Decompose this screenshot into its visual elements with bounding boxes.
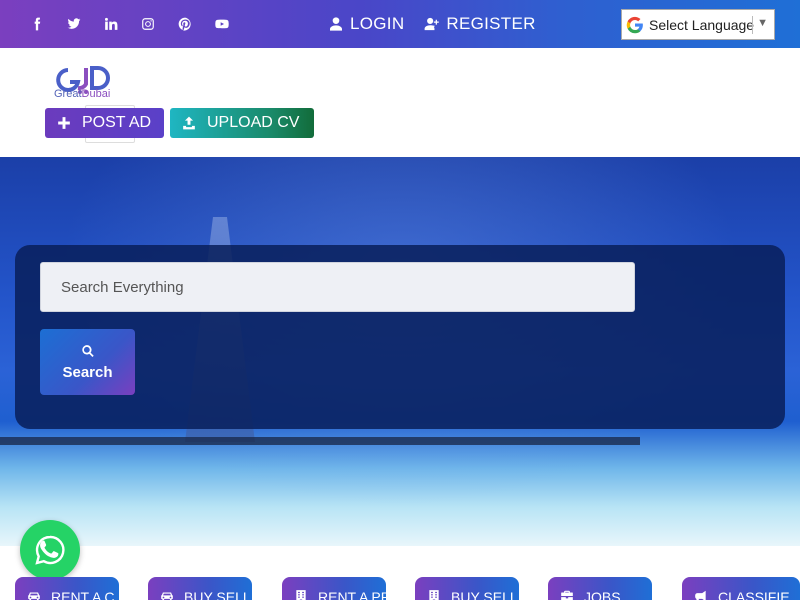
whatsapp-icon	[35, 535, 65, 565]
plus-icon	[58, 117, 70, 129]
car-icon	[28, 592, 40, 600]
google-icon	[626, 16, 643, 33]
whatsapp-button[interactable]	[20, 520, 80, 580]
search-input[interactable]	[40, 262, 635, 312]
category-label: CLASSIFIE	[718, 589, 790, 600]
car-icon	[161, 592, 173, 600]
category-rent-a-property[interactable]: RENT A PR	[282, 577, 386, 600]
chevron-down-icon: ▼	[757, 17, 768, 29]
language-selector[interactable]: Select Language ▼	[621, 9, 775, 40]
youtube-icon[interactable]	[203, 17, 240, 31]
instagram-icon[interactable]	[129, 17, 166, 31]
pinterest-icon[interactable]	[166, 17, 203, 31]
post-ad-button[interactable]: POST AD	[45, 108, 164, 138]
logo-text: GreatDubai	[54, 88, 111, 100]
language-divider	[752, 16, 753, 34]
top-bar: LOGIN REGISTER Select Language ▼	[0, 0, 800, 48]
building-icon	[296, 590, 306, 600]
site-header: GreatDubai POST AD UPLOAD CV	[0, 48, 800, 157]
search-button-label: Search	[62, 363, 113, 381]
social-links	[18, 0, 240, 48]
login-link[interactable]: LOGIN	[328, 14, 404, 34]
user-icon	[330, 17, 342, 31]
category-label: RENT A PR	[318, 589, 386, 600]
category-rent-a-car[interactable]: RENT A C	[15, 577, 119, 600]
building-icon	[429, 590, 439, 600]
register-label: REGISTER	[446, 14, 536, 33]
megaphone-icon	[695, 590, 706, 600]
search-button[interactable]: Search	[40, 329, 135, 395]
post-ad-label: POST AD	[82, 114, 152, 131]
category-classifieds[interactable]: CLASSIFIE	[682, 577, 800, 600]
search-panel: Search	[15, 245, 785, 429]
auth-links: LOGIN REGISTER	[328, 0, 556, 48]
user-plus-icon	[425, 17, 440, 31]
language-label: Select Language	[649, 16, 755, 33]
category-buy-sell-property[interactable]: BUY SELL	[415, 577, 519, 600]
upload-icon	[183, 116, 195, 130]
category-label: BUY SELL	[451, 589, 518, 600]
pier-silhouette	[0, 437, 640, 445]
category-label: JOBS	[584, 589, 621, 600]
upload-cv-label: UPLOAD CV	[207, 114, 300, 131]
hero-banner: Search	[0, 157, 800, 546]
category-buy-sell-cars[interactable]: BUY SELL	[148, 577, 252, 600]
category-label: RENT A C	[51, 589, 115, 600]
login-label: LOGIN	[350, 14, 405, 33]
twitter-icon[interactable]	[55, 17, 92, 31]
category-jobs[interactable]: JOBS	[548, 577, 652, 600]
upload-cv-button[interactable]: UPLOAD CV	[170, 108, 314, 138]
briefcase-icon	[561, 590, 573, 600]
register-link[interactable]: REGISTER	[424, 14, 535, 34]
search-icon	[81, 344, 94, 357]
linkedin-icon[interactable]	[92, 17, 129, 31]
category-label: BUY SELL	[184, 589, 251, 600]
facebook-icon[interactable]	[18, 17, 55, 31]
